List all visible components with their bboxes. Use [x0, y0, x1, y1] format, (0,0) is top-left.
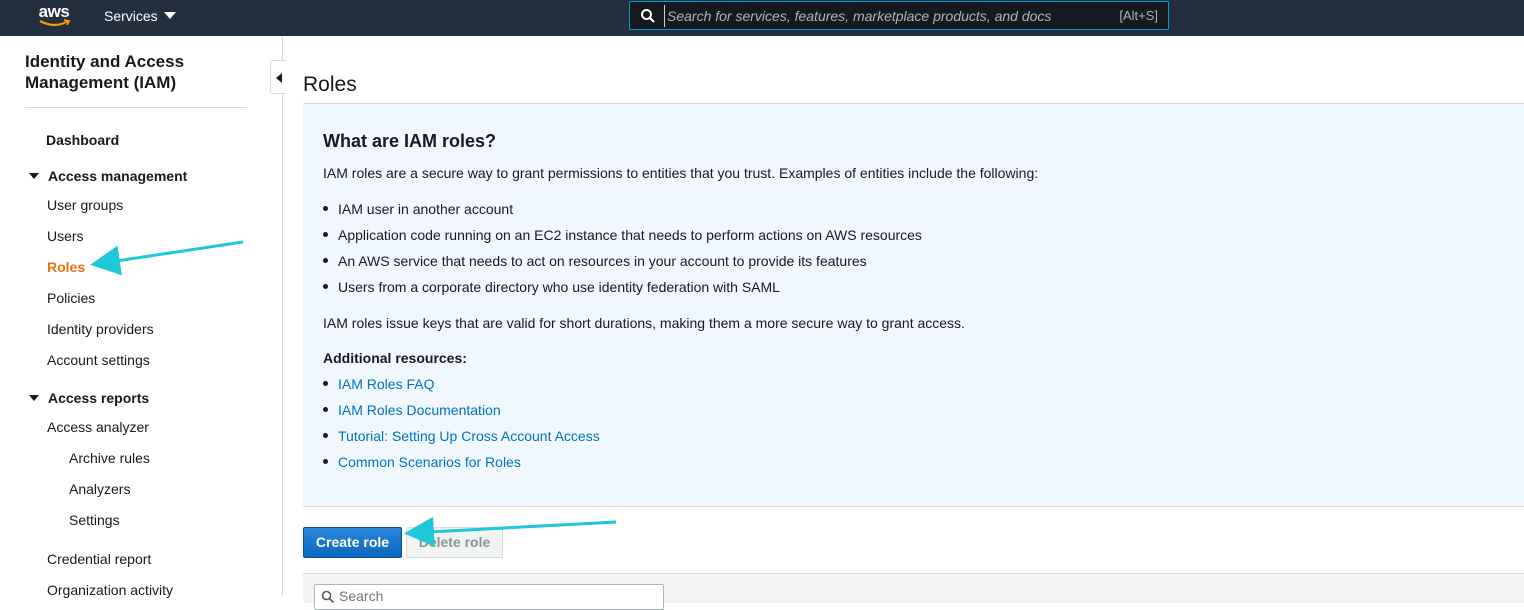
roles-search-input[interactable] [339, 587, 639, 605]
info-heading: What are IAM roles? [323, 131, 497, 151]
example-list-item: IAM user in another account [323, 200, 513, 218]
link-iam-roles-documentation[interactable]: IAM Roles Documentation [338, 402, 501, 418]
nav-user-groups[interactable]: User groups [47, 196, 123, 214]
nav-dashboard[interactable]: Dashboard [46, 131, 119, 149]
bullet-icon [323, 258, 328, 263]
nav-account-settings[interactable]: Account settings [47, 351, 150, 369]
service-title[interactable]: Identity and Access Management (IAM) [25, 51, 247, 108]
resource-list-item: Tutorial: Setting Up Cross Account Acces… [323, 427, 600, 445]
nav-policies[interactable]: Policies [47, 289, 95, 307]
example-list-item: Users from a corporate directory who use… [323, 278, 780, 296]
bullet-icon [323, 381, 328, 386]
nav-section-access-management[interactable]: Access management [29, 167, 187, 185]
global-search-box[interactable]: [Alt+S] [629, 1, 1169, 30]
info-panel: What are IAM roles? IAM roles are a secu… [303, 103, 1524, 507]
nav-users[interactable]: Users [47, 227, 84, 245]
nav-credential-report[interactable]: Credential report [47, 550, 151, 568]
section-label: Access reports [48, 390, 150, 406]
caret-down-icon [29, 173, 39, 179]
example-text: Application code running on an EC2 insta… [338, 227, 922, 243]
link-cross-account-tutorial[interactable]: Tutorial: Setting Up Cross Account Acces… [338, 428, 600, 444]
global-search-input[interactable] [664, 5, 1104, 27]
sidebar: Identity and Access Management (IAM) Das… [0, 36, 283, 599]
info-summary: IAM roles issue keys that are valid for … [323, 315, 965, 331]
page-title: Roles [303, 73, 357, 96]
example-text: IAM user in another account [338, 201, 514, 217]
nav-organization-activity[interactable]: Organization activity [47, 581, 173, 599]
example-text: An AWS service that needs to act on reso… [338, 253, 867, 269]
resource-list-item: IAM Roles Documentation [323, 401, 501, 419]
search-icon [641, 9, 655, 23]
additional-resources-label: Additional resources: [323, 350, 467, 366]
services-menu-button[interactable]: Services [104, 7, 176, 25]
search-shortcut-hint: [Alt+S] [1119, 8, 1158, 23]
nav-archive-rules[interactable]: Archive rules [69, 449, 150, 467]
sidebar-collapse-button[interactable] [270, 60, 286, 94]
create-role-button[interactable]: Create role [303, 527, 402, 558]
bullet-icon [323, 232, 328, 237]
bullet-icon [323, 284, 328, 289]
caret-down-icon [163, 12, 176, 19]
aws-smile-icon [39, 19, 71, 27]
top-navigation-bar: aws Services [Alt+S] [0, 0, 1524, 36]
services-label: Services [104, 8, 158, 24]
roles-search-box[interactable] [314, 584, 664, 610]
chevron-left-icon [276, 73, 282, 83]
nav-roles[interactable]: Roles [47, 258, 85, 276]
search-icon [321, 590, 335, 604]
section-label: Access management [48, 168, 188, 184]
link-iam-roles-faq[interactable]: IAM Roles FAQ [338, 376, 434, 392]
bullet-icon [323, 459, 328, 464]
bullet-icon [323, 206, 328, 211]
info-intro: IAM roles are a secure way to grant perm… [323, 165, 1039, 181]
caret-down-icon [29, 395, 39, 401]
example-text: Users from a corporate directory who use… [338, 279, 780, 295]
resource-list-item: IAM Roles FAQ [323, 375, 434, 393]
aws-logo[interactable]: aws [36, 2, 72, 32]
link-common-scenarios[interactable]: Common Scenarios for Roles [338, 454, 521, 470]
resource-list-item: Common Scenarios for Roles [323, 453, 521, 471]
nav-access-analyzer[interactable]: Access analyzer [47, 418, 149, 436]
example-list-item: An AWS service that needs to act on reso… [323, 252, 867, 270]
nav-analyzer-settings[interactable]: Settings [69, 511, 120, 529]
nav-section-access-reports[interactable]: Access reports [29, 389, 149, 407]
bullet-icon [323, 407, 328, 412]
bullet-icon [323, 433, 328, 438]
delete-role-button[interactable]: Delete role [406, 527, 503, 558]
nav-identity-providers[interactable]: Identity providers [47, 320, 154, 338]
example-list-item: Application code running on an EC2 insta… [323, 226, 922, 244]
nav-analyzers[interactable]: Analyzers [69, 480, 130, 498]
